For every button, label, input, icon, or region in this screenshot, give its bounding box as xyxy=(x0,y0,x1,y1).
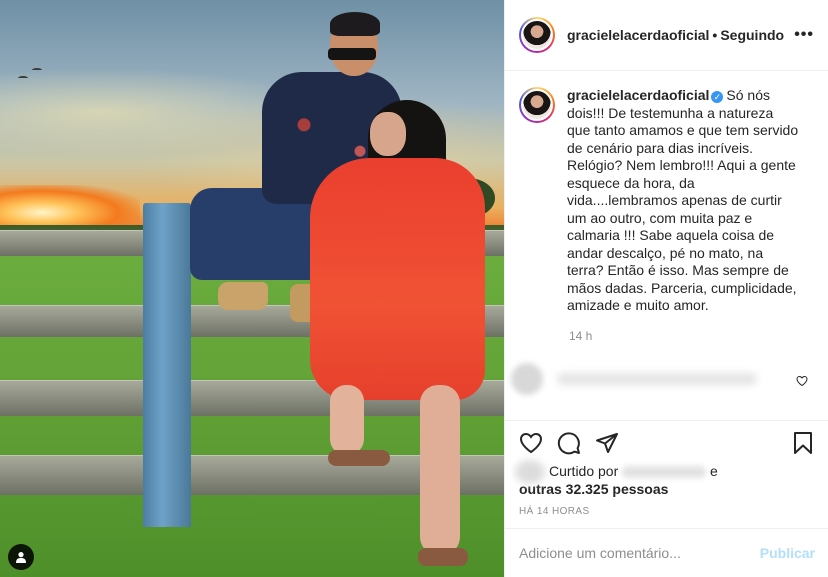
comment-button[interactable] xyxy=(557,431,581,455)
comment-icon xyxy=(557,431,580,454)
post-header: gracielelacerdaoficial • Seguindo ••• xyxy=(505,0,828,71)
red-dress xyxy=(310,158,485,400)
verified-icon: ✓ xyxy=(711,91,724,103)
like-button[interactable] xyxy=(519,431,543,455)
man-hair xyxy=(330,12,380,36)
bookmark-icon xyxy=(794,431,812,454)
comment-like-heart-icon[interactable] xyxy=(796,375,808,387)
woman-face xyxy=(370,112,406,156)
sandal xyxy=(418,548,468,566)
user-icon xyxy=(16,552,26,563)
sandal xyxy=(328,450,390,466)
tagged-users-button[interactable] xyxy=(8,544,34,570)
liker-username-blurred[interactable] xyxy=(622,466,707,479)
likes-count-button[interactable]: outras 32.325 pessoas xyxy=(519,481,668,497)
add-comment-bar: Publicar xyxy=(505,528,828,577)
woman-leg xyxy=(420,385,460,555)
share-icon xyxy=(596,432,618,453)
caption-avatar[interactable] xyxy=(519,87,555,123)
woman-leg xyxy=(330,385,364,455)
separator-dot: • xyxy=(712,27,718,43)
following-button[interactable]: Seguindo xyxy=(720,27,784,43)
liker-avatar xyxy=(515,460,545,484)
caption-username[interactable]: gracielelacerdaoficial xyxy=(567,87,709,103)
share-button[interactable] xyxy=(595,431,619,455)
post-photo[interactable] xyxy=(0,0,504,577)
blurred-comment-text xyxy=(557,373,757,385)
likes-prefix: Curtido por xyxy=(549,463,619,479)
bird xyxy=(18,76,28,80)
man-shoe xyxy=(218,282,268,310)
more-options-button[interactable]: ••• xyxy=(794,26,814,44)
caption-time[interactable]: 14 h xyxy=(569,329,814,343)
action-bar xyxy=(505,420,828,464)
caption: gracielelacerdaoficial ✓ Só nós dois!!! De… xyxy=(519,87,814,315)
comment-input[interactable] xyxy=(519,545,760,561)
caption-text: Só nós dois!!! De testemunha a natureza … xyxy=(567,87,799,313)
likes-connector: e xyxy=(710,463,718,479)
save-button[interactable] xyxy=(791,431,815,455)
fence-post xyxy=(143,203,191,527)
profile-avatar[interactable] xyxy=(519,17,555,53)
post-side-panel: gracielelacerdaoficial • Seguindo ••• gr… xyxy=(504,0,828,577)
blurred-comment xyxy=(511,356,811,402)
caption-text-block: gracielelacerdaoficial ✓ Só nós dois!!! De… xyxy=(567,87,799,315)
sunglasses xyxy=(328,48,376,60)
post-timestamp[interactable]: HÁ 14 HORAS xyxy=(519,506,590,517)
bird xyxy=(32,68,42,72)
blurred-avatar xyxy=(511,363,543,395)
heart-icon xyxy=(519,432,543,453)
likes-summary: Curtido por e outras 32.325 pessoas xyxy=(515,460,819,498)
publish-button[interactable]: Publicar xyxy=(760,545,815,561)
header-username[interactable]: gracielelacerdaoficial xyxy=(567,27,709,43)
